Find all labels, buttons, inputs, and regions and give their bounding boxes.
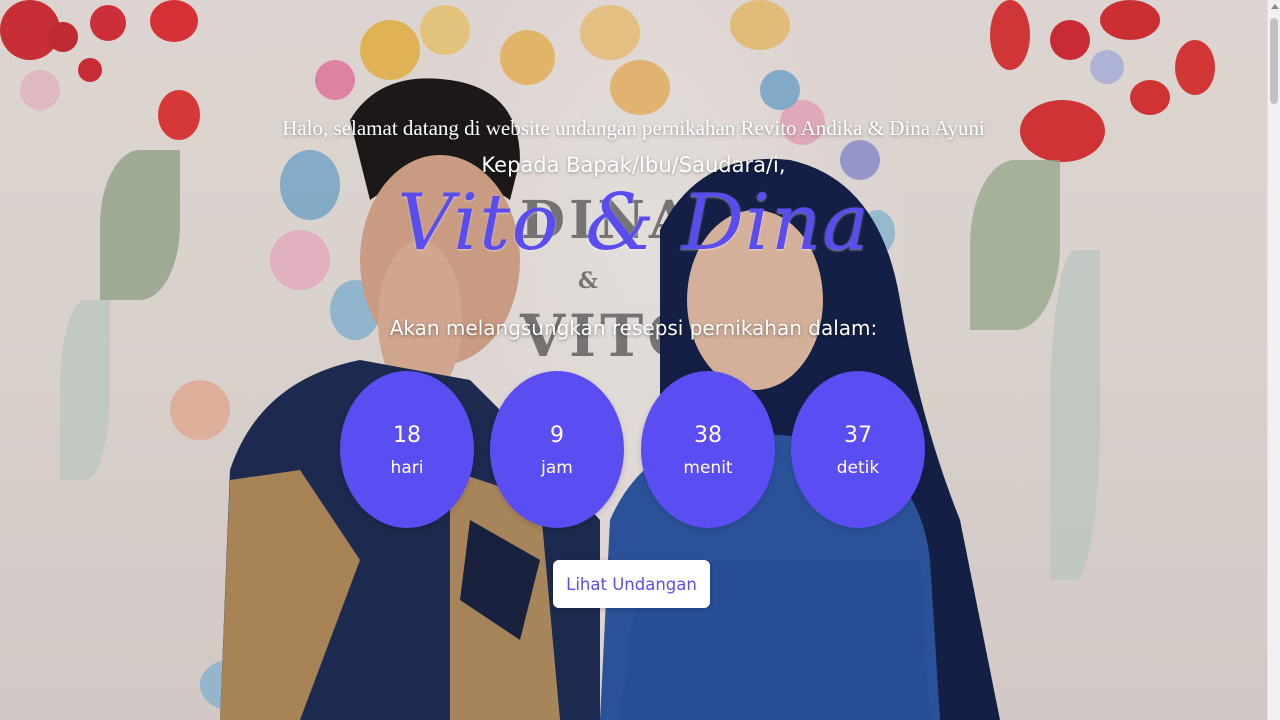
open-invitation-button[interactable]: Lihat Undangan (553, 560, 710, 608)
scrollbar-thumb[interactable] (1270, 18, 1278, 104)
countdown-seconds-unit: detik (836, 458, 880, 478)
countdown-timer: 18 hari 9 jam 38 menit 37 detik (340, 371, 926, 529)
countdown-caption: Akan melangsungkan resepsi pernikahan da… (389, 316, 878, 340)
countdown-minutes: 38 menit (641, 371, 775, 528)
guest-greeting: Kepada Bapak/Ibu/Saudara/i, (481, 153, 786, 177)
countdown-hours-unit: jam (541, 458, 573, 478)
countdown-days-value: 18 (393, 423, 421, 448)
countdown-days: 18 hari (340, 371, 474, 528)
countdown-seconds-value: 37 (844, 423, 872, 448)
countdown-hours: 9 jam (490, 371, 624, 528)
scroll-up-arrow-icon[interactable] (1271, 4, 1279, 9)
welcome-text: Halo, selamat datang di website undangan… (282, 116, 985, 140)
countdown-days-unit: hari (390, 458, 424, 478)
hero-section: Halo, selamat datang di website undangan… (0, 0, 1267, 720)
countdown-minutes-value: 38 (694, 423, 722, 448)
countdown-seconds: 37 detik (791, 371, 925, 528)
page-scrollbar[interactable] (1267, 0, 1280, 720)
countdown-minutes-unit: menit (683, 458, 733, 478)
couple-names-title: Vito & Dina (397, 178, 870, 268)
countdown-hours-value: 9 (550, 423, 564, 448)
